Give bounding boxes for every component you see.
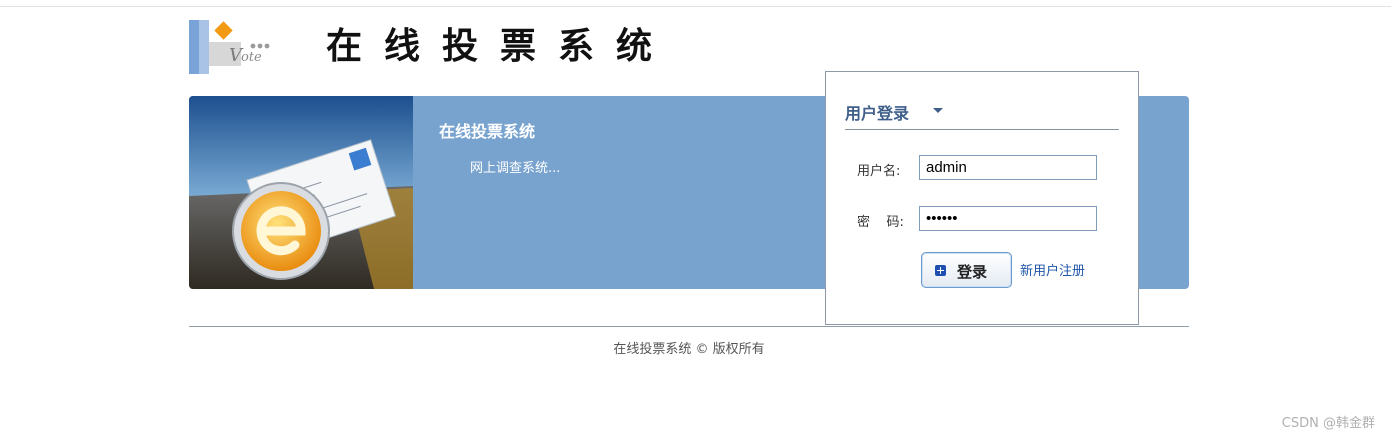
login-panel: 用户登录 用户名: 密 码: 登录 新用户注册 [825,71,1139,325]
svg-text:ote: ote [241,50,262,65]
username-label: 用户名: [857,164,901,179]
login-header: 用户登录 [845,100,1119,130]
banner-title: 在线投票系统 [439,122,536,141]
email-envelope-illustration [189,96,413,289]
top-divider [0,6,1391,7]
login-button[interactable]: 登录 [921,252,1012,288]
vote-logo: V ote [189,20,270,74]
chevron-down-icon[interactable] [933,108,943,113]
login-button-label: 登录 [957,263,988,281]
password-input[interactable] [919,206,1097,231]
footer-copyright: 在线投票系统 © 版权所有 [613,342,765,357]
plus-icon [935,265,946,276]
login-title: 用户登录 [845,104,910,123]
footer-divider [189,326,1189,327]
register-link[interactable]: 新用户注册 [1020,260,1085,279]
banner-subtitle: 网上调查系统... [470,161,561,176]
password-label: 密 码: [857,215,904,230]
site-title: 在线投票系统 [326,25,675,67]
watermark: CSDN @韩金群 [1281,416,1375,431]
username-input[interactable] [919,155,1097,180]
